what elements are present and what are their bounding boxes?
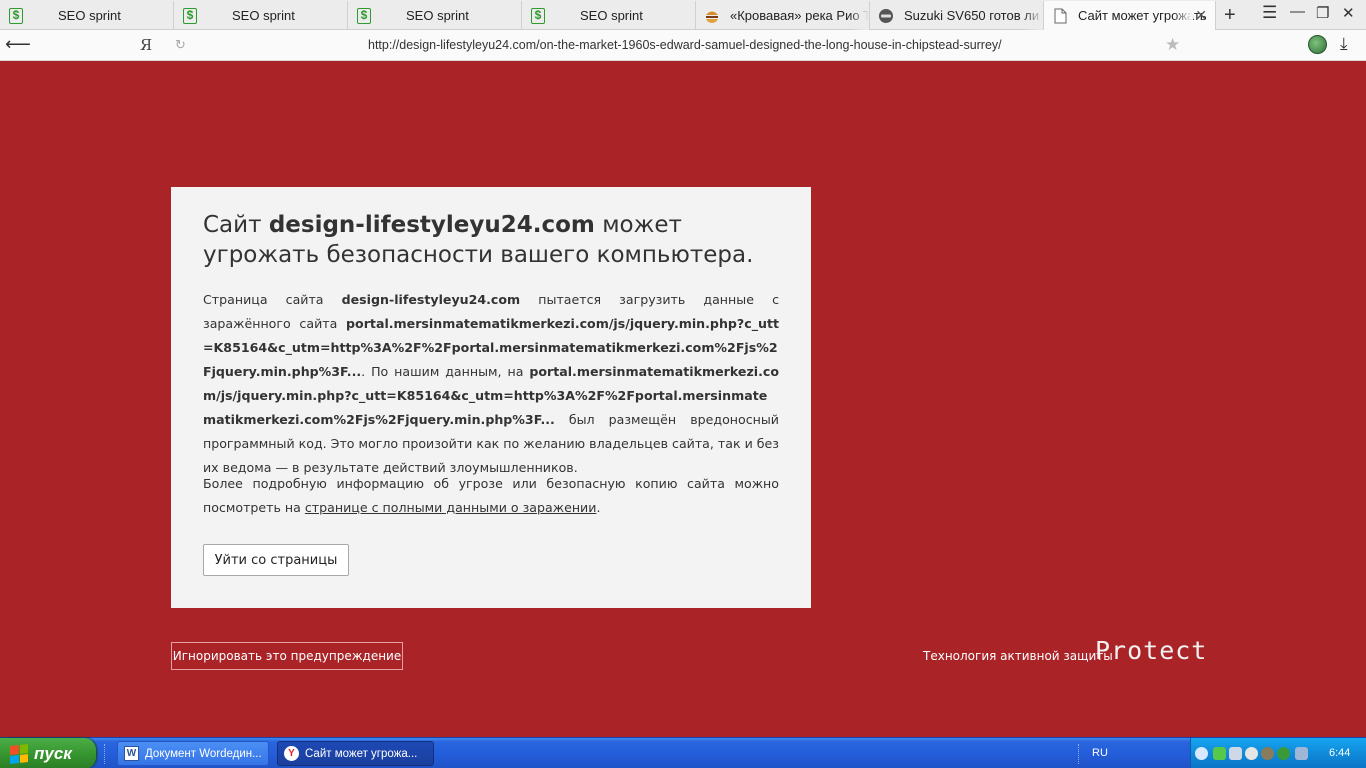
start-button[interactable]: пуск bbox=[0, 738, 96, 768]
tray-network-icon[interactable] bbox=[1213, 747, 1226, 760]
clock: 6:44 bbox=[1329, 747, 1351, 759]
title-domain: design-lifestyleyu24.com bbox=[268, 212, 595, 238]
taskbar-button-browser[interactable]: Y Сайт может угрожа... bbox=[277, 741, 434, 766]
taskbar-button-label: Сайт может угрожа... bbox=[305, 747, 418, 760]
burger-favicon-icon bbox=[704, 8, 720, 24]
tab-seo-sprint-1[interactable]: $ SEO sprint bbox=[0, 1, 174, 30]
desc-text: Страница сайта bbox=[203, 292, 342, 307]
warning-description: Страница сайта design-lifestyleyu24.com … bbox=[203, 288, 779, 480]
system-tray: 6:44 bbox=[1190, 738, 1366, 768]
tray-volume-icon[interactable] bbox=[1245, 747, 1258, 760]
seo-sprint-icon: $ bbox=[182, 7, 198, 24]
download-icon[interactable]: ⤓ bbox=[1340, 34, 1348, 54]
page-icon bbox=[1052, 8, 1068, 24]
tray-security-icon[interactable] bbox=[1277, 747, 1290, 760]
tray-monitor-icon[interactable] bbox=[1229, 747, 1242, 760]
minimize-icon[interactable]: — bbox=[1290, 3, 1305, 20]
warning-card: Сайт design-lifestyleyu24.com может угро… bbox=[171, 187, 811, 608]
seo-sprint-icon: $ bbox=[8, 7, 24, 24]
active-protection-label: Технология активной защиты bbox=[923, 649, 1113, 663]
more-info-suffix: . bbox=[596, 500, 601, 515]
tab-seo-sprint-2[interactable]: $ SEO sprint bbox=[174, 1, 348, 30]
tab-strip: $ SEO sprint $ SEO sprint $ SEO sprint $… bbox=[0, 0, 1366, 30]
more-info-text: Более подробную информацию об угрозе или… bbox=[203, 472, 779, 520]
taskbar-button-label: Документ Wordедин... bbox=[145, 747, 262, 760]
taskbar-button-word[interactable]: W Документ Wordедин... bbox=[117, 741, 269, 766]
bookmark-star-icon[interactable]: ★ bbox=[1165, 35, 1180, 55]
restore-icon[interactable]: ❐ bbox=[1316, 4, 1329, 22]
seo-sprint-icon: $ bbox=[356, 7, 372, 24]
tab-krovavaya-reka[interactable]: «Кровавая» река Рио Ти bbox=[696, 1, 870, 30]
taskbar-grip bbox=[104, 744, 107, 764]
close-tab-icon[interactable]: ✕ bbox=[1195, 7, 1207, 24]
menu-icon[interactable]: ☰ bbox=[1262, 3, 1277, 23]
tray-display-icon[interactable] bbox=[1295, 747, 1308, 760]
word-document-icon: W bbox=[124, 746, 139, 761]
back-arrow-icon[interactable]: ⟵ bbox=[5, 34, 31, 55]
tray-app-icon[interactable] bbox=[1261, 747, 1274, 760]
windows-taskbar: пуск W Документ Wordедин... Y Сайт может… bbox=[0, 737, 1366, 768]
title-prefix: Сайт bbox=[203, 212, 269, 238]
new-tab-icon[interactable]: + bbox=[1224, 4, 1236, 27]
tab-title: SEO sprint bbox=[406, 8, 469, 23]
screen: $ SEO sprint $ SEO sprint $ SEO sprint $… bbox=[0, 0, 1366, 768]
tab-seo-sprint-3[interactable]: $ SEO sprint bbox=[348, 1, 522, 30]
windows-flag-icon bbox=[10, 743, 28, 764]
yandex-logo[interactable]: Я bbox=[140, 36, 152, 54]
infection-details-link[interactable]: странице с полными данными о заражении bbox=[305, 500, 597, 515]
protect-logo: Protect bbox=[1095, 636, 1208, 665]
taskbar-grip bbox=[1078, 744, 1081, 764]
tab-active-warning[interactable]: Сайт может угрожать ✕ bbox=[1044, 1, 1216, 30]
start-label: пуск bbox=[34, 743, 72, 763]
tray-expand-icon[interactable] bbox=[1195, 747, 1208, 760]
desc-domain: design-lifestyleyu24.com bbox=[341, 292, 521, 307]
desc-text: . По нашим данным, на bbox=[361, 364, 530, 379]
tab-suzuki-sv650[interactable]: Suzuki SV650 готов ли к bbox=[870, 1, 1044, 30]
yandex-browser-icon: Y bbox=[284, 746, 299, 761]
navigation-bar: ⟵ Я ↻ http://design-lifestyleyu24.com/on… bbox=[0, 30, 1366, 61]
tab-title: SEO sprint bbox=[58, 8, 121, 23]
tab-title: SEO sprint bbox=[232, 8, 295, 23]
address-field[interactable]: http://design-lifestyleyu24.com/on-the-m… bbox=[368, 38, 1002, 52]
ignore-warning-button[interactable]: Игнорировать это предупреждение bbox=[171, 642, 403, 670]
seo-sprint-icon: $ bbox=[530, 7, 546, 24]
reload-icon[interactable]: ↻ bbox=[175, 37, 186, 53]
globe-extension-icon[interactable] bbox=[1308, 35, 1327, 54]
language-indicator[interactable]: RU bbox=[1092, 747, 1108, 759]
warning-title: Сайт design-lifestyleyu24.com может угро… bbox=[203, 210, 783, 270]
moto-favicon-icon bbox=[878, 8, 894, 24]
close-window-icon[interactable]: ✕ bbox=[1342, 4, 1355, 22]
leave-page-button[interactable]: Уйти со страницы bbox=[203, 544, 349, 576]
tab-seo-sprint-4[interactable]: $ SEO sprint bbox=[522, 1, 696, 30]
tab-title: SEO sprint bbox=[580, 8, 643, 23]
